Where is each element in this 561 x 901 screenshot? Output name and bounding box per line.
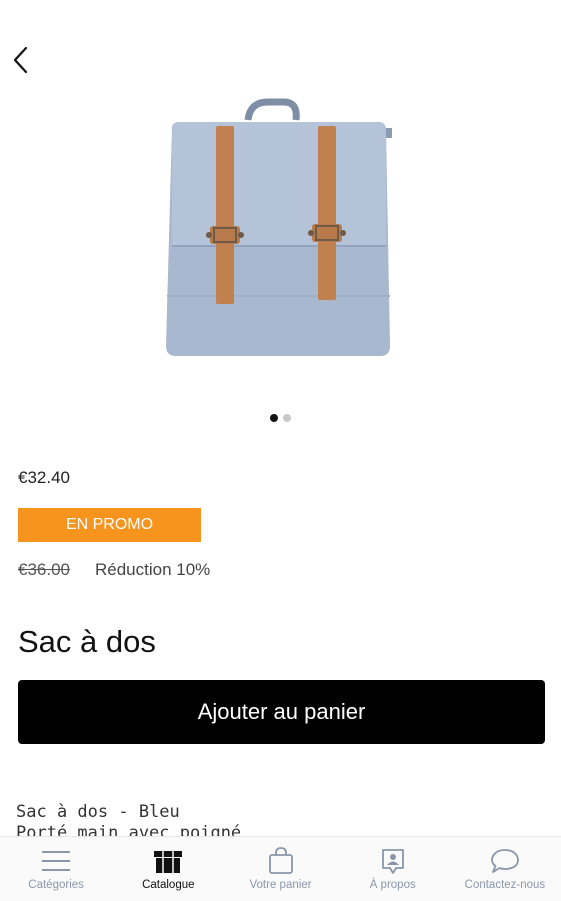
description-text: Sac à dos - Bleu Porté main avec poigné [16, 802, 242, 836]
about-icon [376, 846, 410, 876]
nav-item-about[interactable]: À propos [337, 837, 449, 901]
nav-label: Votre panier [249, 879, 312, 891]
product-description: Sac à dos - Bleu Porté main avec poigné [16, 802, 546, 836]
bottom-navigation: Catégories Catalogue Votre panier À prop… [0, 836, 561, 901]
product-title: Sac à dos [18, 624, 156, 659]
menu-icon [39, 846, 73, 876]
nav-item-cart[interactable]: Votre panier [224, 837, 336, 901]
nav-item-catalogue[interactable]: Catalogue [112, 837, 224, 901]
back-button[interactable] [6, 44, 36, 76]
nav-label: Catégories [28, 879, 84, 891]
nav-label: À propos [369, 879, 416, 891]
chevron-left-icon [13, 46, 28, 74]
nav-label: Contactez-nous [464, 879, 546, 891]
nav-label: Catalogue [142, 879, 195, 891]
catalog-box-icon [151, 846, 185, 876]
chat-icon [488, 846, 522, 876]
add-to-cart-button[interactable]: Ajouter au panier [18, 680, 545, 744]
nav-item-contact[interactable]: Contactez-nous [449, 837, 561, 901]
product-price: €32.40 [18, 468, 70, 487]
promo-badge: EN PROMO [18, 508, 201, 542]
discount-label: Réduction 10% [95, 560, 211, 579]
old-price: €36.00 [18, 560, 70, 579]
pagination-dot[interactable] [283, 414, 291, 422]
pagination-dot-active[interactable] [270, 414, 278, 422]
shopping-bag-icon [264, 846, 298, 876]
nav-item-categories[interactable]: Catégories [0, 837, 112, 901]
product-image[interactable] [150, 98, 410, 368]
image-pagination [270, 414, 291, 422]
